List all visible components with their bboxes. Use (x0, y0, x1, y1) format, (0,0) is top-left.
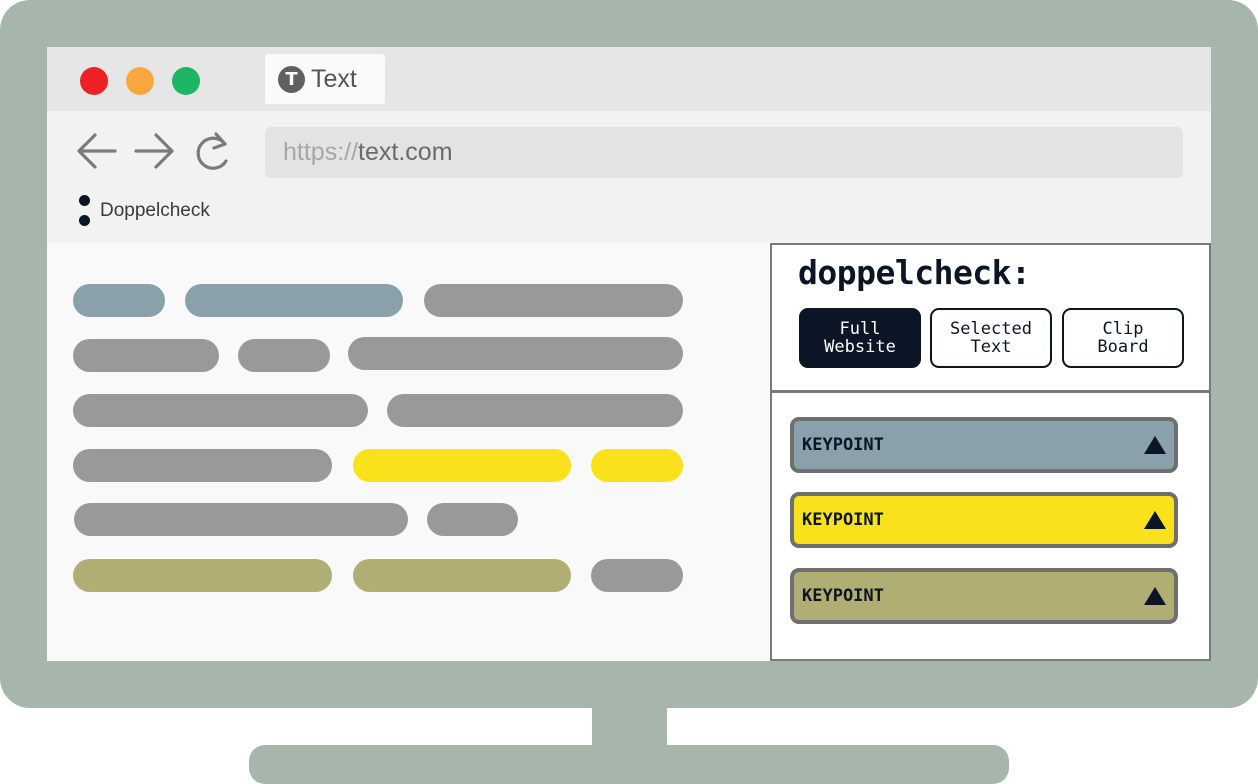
text-line-highlighted (73, 284, 165, 317)
text-line (73, 449, 332, 482)
selected-text-button[interactable]: Selected Text (930, 308, 1052, 368)
keypoint-label: KEYPOINT (802, 510, 884, 530)
minimize-window-button[interactable] (126, 67, 154, 95)
text-circle-icon: T (278, 65, 305, 93)
back-button[interactable] (75, 129, 119, 173)
full-website-button[interactable]: Full Website (799, 308, 921, 368)
arrow-right-icon (134, 133, 174, 169)
keypoint-card[interactable]: KEYPOINT (790, 568, 1178, 624)
text-line-highlighted (353, 559, 571, 592)
navigation-bar: https://text.com Doppelcheck (47, 111, 1211, 243)
arrow-left-icon (77, 133, 117, 169)
monitor-stand-base (249, 745, 1009, 784)
url-host: text.com (358, 138, 453, 166)
text-line (348, 337, 683, 370)
title-bar: T Text (47, 47, 1211, 111)
bookmark-doppelcheck[interactable]: Doppelcheck (79, 195, 210, 226)
text-line-highlighted (73, 559, 332, 592)
text-line (387, 394, 683, 427)
tab-label: Text (311, 64, 357, 93)
triangle-up-icon[interactable] (1142, 585, 1168, 607)
text-line (424, 284, 683, 317)
page-content (47, 243, 770, 661)
text-line (238, 339, 330, 372)
url-scheme: https:// (283, 138, 359, 166)
reload-button[interactable] (192, 129, 236, 173)
text-line-highlighted (353, 449, 571, 482)
browser-window: T Text https://text.com Doppelcheck dopp… (47, 47, 1211, 661)
brand-title: doppelcheck: (798, 253, 1031, 292)
maximize-window-button[interactable] (172, 67, 200, 95)
doppelcheck-logo-icon (79, 195, 90, 226)
text-line (427, 503, 518, 536)
triangle-up-icon[interactable] (1142, 509, 1168, 531)
close-window-button[interactable] (80, 67, 108, 95)
text-line (74, 503, 408, 536)
triangle-up-icon[interactable] (1142, 434, 1168, 456)
bookmark-label: Doppelcheck (100, 199, 210, 221)
text-line (591, 559, 683, 592)
browser-tab[interactable]: T Text (265, 54, 385, 104)
url-bar[interactable]: https://text.com (265, 127, 1183, 178)
keypoint-label: KEYPOINT (802, 586, 884, 606)
keypoint-card[interactable]: KEYPOINT (790, 492, 1178, 548)
keypoint-label: KEYPOINT (802, 435, 884, 455)
forward-button[interactable] (132, 129, 176, 173)
text-line (73, 339, 219, 372)
reload-icon (196, 132, 228, 170)
doppelcheck-sidebar: doppelcheck: Full Website Selected Text … (770, 243, 1211, 661)
text-line-highlighted (185, 284, 403, 317)
text-line (73, 394, 368, 427)
sidebar-header: doppelcheck: Full Website Selected Text … (772, 245, 1209, 393)
clipboard-button[interactable]: Clip Board (1062, 308, 1184, 368)
keypoint-card[interactable]: KEYPOINT (790, 417, 1178, 473)
text-line-highlighted (591, 449, 683, 482)
